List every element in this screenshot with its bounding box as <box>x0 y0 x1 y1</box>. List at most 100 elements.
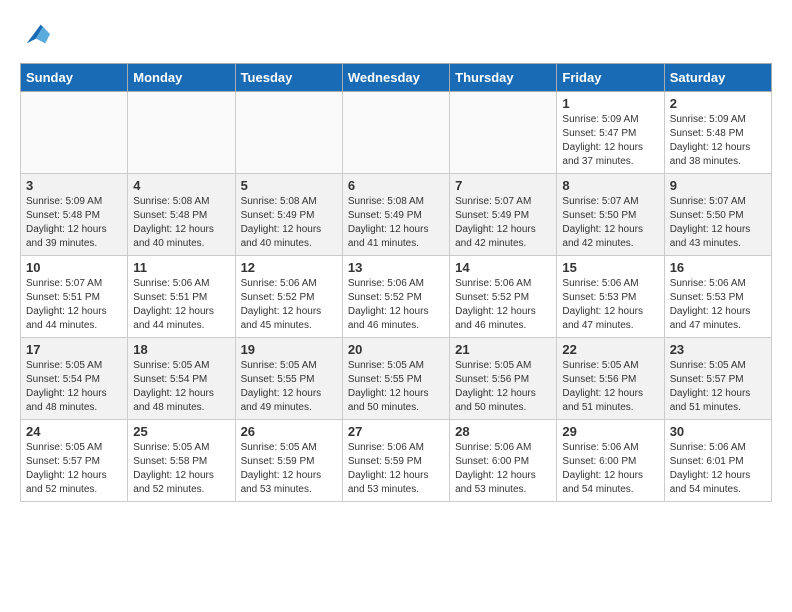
weekday-header-wednesday: Wednesday <box>342 64 449 92</box>
day-info: Sunrise: 5:07 AM Sunset: 5:50 PM Dayligh… <box>670 195 766 251</box>
day-info: Sunrise: 5:05 AM Sunset: 5:59 PM Dayligh… <box>241 441 337 497</box>
day-info: Sunrise: 5:06 AM Sunset: 5:52 PM Dayligh… <box>348 277 444 333</box>
calendar-cell: 6Sunrise: 5:08 AM Sunset: 5:49 PM Daylig… <box>342 174 449 256</box>
day-number: 12 <box>241 260 337 275</box>
calendar-cell: 3Sunrise: 5:09 AM Sunset: 5:48 PM Daylig… <box>21 174 128 256</box>
weekday-header-monday: Monday <box>128 64 235 92</box>
weekday-header-row: SundayMondayTuesdayWednesdayThursdayFrid… <box>21 64 772 92</box>
calendar-cell: 1 Sunrise: 5:09 AM Sunset: 5:47 PM Daylig… <box>557 92 664 174</box>
day-number: 20 <box>348 342 444 357</box>
calendar-header: SundayMondayTuesdayWednesdayThursdayFrid… <box>21 64 772 92</box>
calendar-cell: 11 Sunrise: 5:06 AM Sunset: 5:51 PM Dayli… <box>128 256 235 338</box>
calendar-cell: 29Sunrise: 5:06 AM Sunset: 6:00 PM Dayli… <box>557 420 664 502</box>
day-number: 15 <box>562 260 658 275</box>
logo <box>20 20 50 53</box>
calendar-cell: 24Sunrise: 5:05 AM Sunset: 5:57 PM Dayli… <box>21 420 128 502</box>
day-number: 18 <box>133 342 229 357</box>
calendar-cell: 17 Sunrise: 5:05 AM Sunset: 5:54 PM Dayli… <box>21 338 128 420</box>
header <box>20 20 772 53</box>
day-number: 5 <box>241 178 337 193</box>
calendar-cell: 26 Sunrise: 5:05 AM Sunset: 5:59 PM Dayli… <box>235 420 342 502</box>
day-number: 17 <box>26 342 122 357</box>
day-number: 9 <box>670 178 766 193</box>
day-info: Sunrise: 5:06 AM Sunset: 5:52 PM Dayligh… <box>455 277 551 333</box>
day-info: Sunrise: 5:05 AM Sunset: 5:57 PM Dayligh… <box>670 359 766 415</box>
weekday-header-thursday: Thursday <box>450 64 557 92</box>
day-info: Sunrise: 5:09 AM Sunset: 5:48 PM Dayligh… <box>26 195 122 251</box>
calendar-table: SundayMondayTuesdayWednesdayThursdayFrid… <box>20 63 772 502</box>
calendar-cell: 2 Sunrise: 5:09 AM Sunset: 5:48 PM Daylig… <box>664 92 771 174</box>
day-number: 13 <box>348 260 444 275</box>
calendar-cell: 23 Sunrise: 5:05 AM Sunset: 5:57 PM Dayli… <box>664 338 771 420</box>
calendar-cell: 22 Sunrise: 5:05 AM Sunset: 5:56 PM Dayli… <box>557 338 664 420</box>
calendar-cell: 16 Sunrise: 5:06 AM Sunset: 5:53 PM Dayli… <box>664 256 771 338</box>
weekday-header-friday: Friday <box>557 64 664 92</box>
calendar-week-row: 10 Sunrise: 5:07 AM Sunset: 5:51 PM Dayli… <box>21 256 772 338</box>
calendar-cell: 14 Sunrise: 5:06 AM Sunset: 5:52 PM Dayli… <box>450 256 557 338</box>
calendar-cell <box>450 92 557 174</box>
day-info: Sunrise: 5:07 AM Sunset: 5:51 PM Dayligh… <box>26 277 122 333</box>
weekday-header-sunday: Sunday <box>21 64 128 92</box>
day-number: 2 <box>670 96 766 111</box>
calendar-cell: 27Sunrise: 5:06 AM Sunset: 5:59 PM Dayli… <box>342 420 449 502</box>
calendar-cell: 20Sunrise: 5:05 AM Sunset: 5:55 PM Dayli… <box>342 338 449 420</box>
day-number: 22 <box>562 342 658 357</box>
day-number: 1 <box>562 96 658 111</box>
day-number: 10 <box>26 260 122 275</box>
calendar-cell: 10 Sunrise: 5:07 AM Sunset: 5:51 PM Dayli… <box>21 256 128 338</box>
calendar-cell: 28 Sunrise: 5:06 AM Sunset: 6:00 PM Dayli… <box>450 420 557 502</box>
day-info: Sunrise: 5:05 AM Sunset: 5:54 PM Dayligh… <box>26 359 122 415</box>
day-info: Sunrise: 5:06 AM Sunset: 6:00 PM Dayligh… <box>455 441 551 497</box>
day-info: Sunrise: 5:09 AM Sunset: 5:47 PM Dayligh… <box>562 113 658 169</box>
calendar-cell: 19Sunrise: 5:05 AM Sunset: 5:55 PM Dayli… <box>235 338 342 420</box>
calendar-cell: 5 Sunrise: 5:08 AM Sunset: 5:49 PM Daylig… <box>235 174 342 256</box>
day-number: 26 <box>241 424 337 439</box>
calendar-cell: 30 Sunrise: 5:06 AM Sunset: 6:01 PM Dayli… <box>664 420 771 502</box>
day-number: 7 <box>455 178 551 193</box>
day-info: Sunrise: 5:07 AM Sunset: 5:50 PM Dayligh… <box>562 195 658 251</box>
day-number: 16 <box>670 260 766 275</box>
logo-text <box>20 20 50 53</box>
calendar-cell: 18 Sunrise: 5:05 AM Sunset: 5:54 PM Dayli… <box>128 338 235 420</box>
day-info: Sunrise: 5:06 AM Sunset: 5:51 PM Dayligh… <box>133 277 229 333</box>
day-number: 27 <box>348 424 444 439</box>
calendar-week-row: 17 Sunrise: 5:05 AM Sunset: 5:54 PM Dayli… <box>21 338 772 420</box>
day-info: Sunrise: 5:06 AM Sunset: 5:53 PM Dayligh… <box>562 277 658 333</box>
calendar-week-row: 24Sunrise: 5:05 AM Sunset: 5:57 PM Dayli… <box>21 420 772 502</box>
calendar-cell: 9 Sunrise: 5:07 AM Sunset: 5:50 PM Daylig… <box>664 174 771 256</box>
day-info: Sunrise: 5:06 AM Sunset: 5:53 PM Dayligh… <box>670 277 766 333</box>
day-info: Sunrise: 5:07 AM Sunset: 5:49 PM Dayligh… <box>455 195 551 251</box>
weekday-header-saturday: Saturday <box>664 64 771 92</box>
day-number: 28 <box>455 424 551 439</box>
day-number: 14 <box>455 260 551 275</box>
day-number: 24 <box>26 424 122 439</box>
day-info: Sunrise: 5:08 AM Sunset: 5:49 PM Dayligh… <box>241 195 337 251</box>
calendar-cell: 13 Sunrise: 5:06 AM Sunset: 5:52 PM Dayli… <box>342 256 449 338</box>
day-info: Sunrise: 5:06 AM Sunset: 6:01 PM Dayligh… <box>670 441 766 497</box>
day-info: Sunrise: 5:09 AM Sunset: 5:48 PM Dayligh… <box>670 113 766 169</box>
day-number: 11 <box>133 260 229 275</box>
calendar-cell: 12Sunrise: 5:06 AM Sunset: 5:52 PM Dayli… <box>235 256 342 338</box>
day-number: 25 <box>133 424 229 439</box>
day-info: Sunrise: 5:08 AM Sunset: 5:48 PM Dayligh… <box>133 195 229 251</box>
day-info: Sunrise: 5:05 AM Sunset: 5:58 PM Dayligh… <box>133 441 229 497</box>
day-number: 29 <box>562 424 658 439</box>
day-info: Sunrise: 5:05 AM Sunset: 5:56 PM Dayligh… <box>455 359 551 415</box>
day-number: 23 <box>670 342 766 357</box>
calendar-cell: 25 Sunrise: 5:05 AM Sunset: 5:58 PM Dayli… <box>128 420 235 502</box>
logo-icon <box>22 20 50 48</box>
day-info: Sunrise: 5:05 AM Sunset: 5:56 PM Dayligh… <box>562 359 658 415</box>
calendar-cell <box>235 92 342 174</box>
calendar-cell: 8Sunrise: 5:07 AM Sunset: 5:50 PM Daylig… <box>557 174 664 256</box>
day-number: 6 <box>348 178 444 193</box>
day-info: Sunrise: 5:05 AM Sunset: 5:55 PM Dayligh… <box>241 359 337 415</box>
day-number: 30 <box>670 424 766 439</box>
day-number: 4 <box>133 178 229 193</box>
calendar-week-row: 1 Sunrise: 5:09 AM Sunset: 5:47 PM Daylig… <box>21 92 772 174</box>
calendar-cell <box>21 92 128 174</box>
day-info: Sunrise: 5:05 AM Sunset: 5:54 PM Dayligh… <box>133 359 229 415</box>
calendar-cell: 4 Sunrise: 5:08 AM Sunset: 5:48 PM Daylig… <box>128 174 235 256</box>
calendar-cell <box>342 92 449 174</box>
calendar-cell: 21Sunrise: 5:05 AM Sunset: 5:56 PM Dayli… <box>450 338 557 420</box>
calendar-week-row: 3Sunrise: 5:09 AM Sunset: 5:48 PM Daylig… <box>21 174 772 256</box>
